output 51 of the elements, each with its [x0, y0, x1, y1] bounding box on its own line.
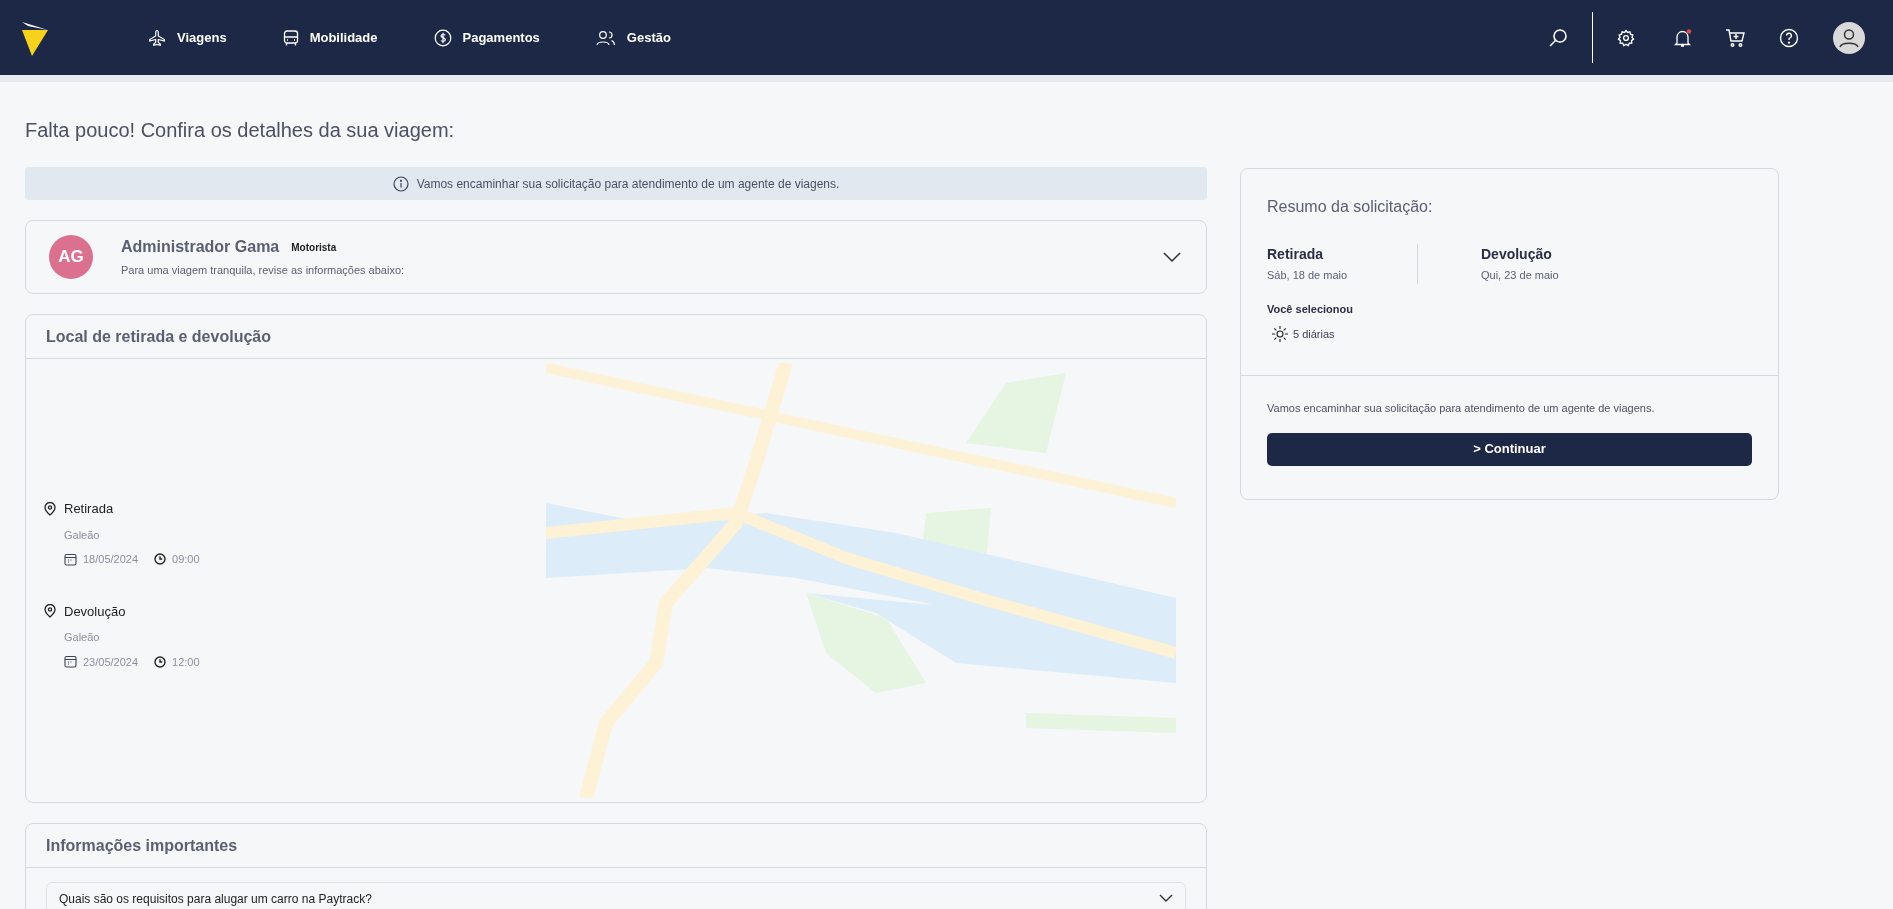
summary-note: Vamos encaminhar sua solicitação para atendimento de um agente de viagens. [1267, 401, 1656, 416]
driver-role: Motorista [291, 240, 337, 255]
page-title: Falta pouco! Confira os detalhes da sua viagem: [25, 118, 456, 143]
info-icon [392, 175, 409, 192]
sun-icon [1271, 325, 1289, 343]
nav-link[interactable]: Mobilidade [282, 27, 378, 48]
dailies-count: 5 diárias [1293, 326, 1335, 342]
nav-link[interactable]: Gestão [595, 27, 671, 48]
location-pin-icon [44, 501, 56, 516]
stop-date: 23/05/2024 [83, 654, 139, 670]
car-icon [282, 28, 299, 47]
users-icon [595, 28, 616, 47]
return-label: Devolução [1481, 245, 1553, 264]
driver-name: Administrador Gama [121, 237, 280, 258]
stop-time: 12:00 [172, 654, 200, 670]
summary-title: Resumo da solicitação: [1267, 197, 1434, 217]
stop-place: Galeão [64, 630, 101, 645]
continue-button[interactable]: > Continuar [1267, 432, 1752, 466]
settings-icon[interactable] [1617, 28, 1635, 47]
selection-label: Você selecionou [1267, 301, 1354, 317]
plane-icon [148, 28, 166, 47]
help-icon[interactable] [1779, 27, 1799, 48]
stop-date: 18/05/2024 [83, 552, 139, 567]
stop-time: 09:00 [172, 552, 200, 567]
nav-link[interactable]: Pagamentos [433, 27, 540, 48]
driver-subtitle: Para uma viagem tranquila, revise as informações abaixo: [121, 263, 405, 279]
clock-icon [154, 655, 167, 668]
driver-avatar: AG [49, 235, 93, 279]
pickup-date: Sáb, 18 de maio [1267, 268, 1349, 283]
calendar-icon [64, 655, 77, 669]
search-icon[interactable] [1548, 27, 1568, 48]
location-pin-icon [44, 604, 56, 619]
cart-icon[interactable] [1725, 27, 1745, 48]
user-avatar-icon[interactable] [1833, 21, 1865, 54]
stop-label: Retirada [64, 500, 114, 518]
nav-link[interactable]: Viagens [148, 27, 227, 48]
stop-place: Galeão [64, 527, 101, 543]
calendar-icon [64, 552, 77, 566]
faq-item[interactable]: Quais são os requisitos para alugar um carro na Paytrack? [46, 882, 1186, 909]
chevron-icon[interactable] [1163, 252, 1181, 262]
return-date: Qui, 23 de maio [1481, 268, 1559, 283]
stop-label: Devolução [64, 602, 126, 621]
pickup-label: Retirada [1267, 245, 1325, 264]
card-title: Informações importantes [46, 835, 238, 856]
card-title: Local de retirada e devolução [46, 326, 271, 347]
clock-icon [154, 553, 167, 566]
dollar-icon [433, 28, 452, 47]
info-message: Vamos encaminhar sua solicitação para atendimento de um agente de viagens. [416, 175, 840, 193]
driver-card[interactable]: AG Administrador Gama Motorista Para uma viagem tranquila, revise as informações abaixo: [25, 220, 1207, 294]
notification-bell-icon[interactable] [1673, 27, 1693, 48]
logo-icon[interactable] [20, 19, 50, 56]
